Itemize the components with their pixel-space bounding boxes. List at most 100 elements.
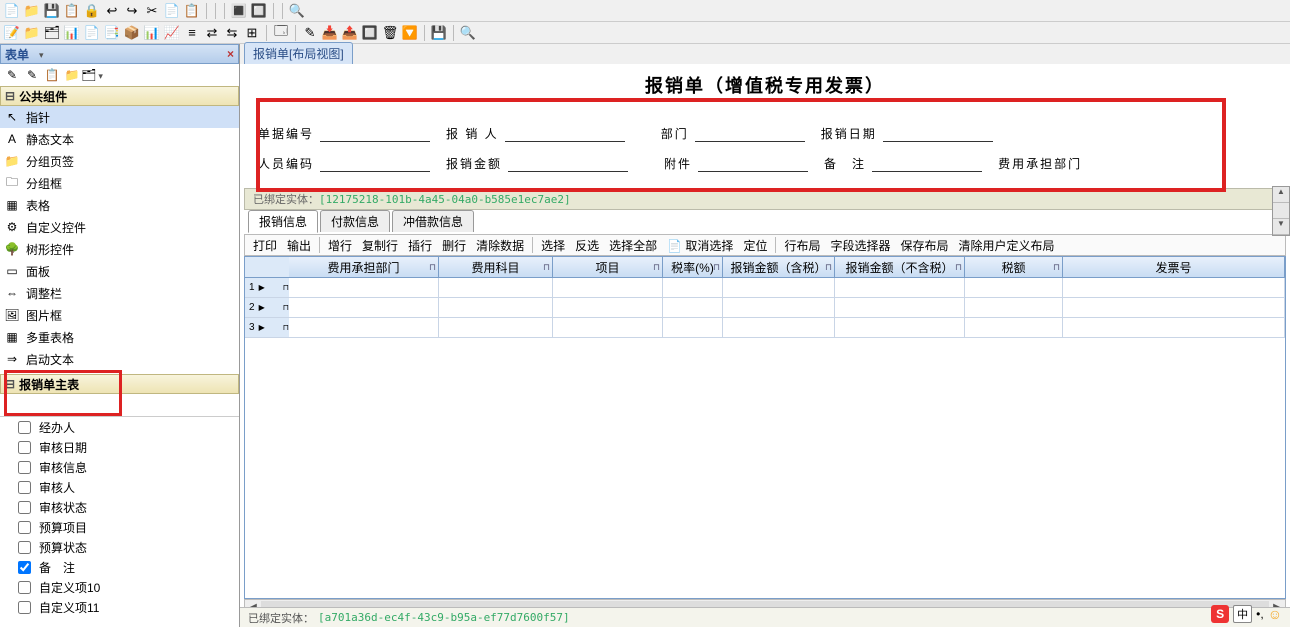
toolbar2-btn-19[interactable]: 🔲 — [362, 25, 378, 41]
palette-item-7[interactable]: ▭面板 — [0, 260, 239, 282]
grid-cell[interactable] — [663, 298, 723, 318]
sub-tab-0[interactable]: 报销信息 — [248, 210, 318, 233]
col-amount-incl[interactable]: 报销金额（含税）⊓ — [723, 257, 835, 277]
col-project[interactable]: 项目⊓ — [553, 257, 663, 277]
check-item-8[interactable]: 自定义项10 — [0, 577, 239, 597]
toolbar2-btn-12[interactable]: ⊞ — [244, 25, 260, 41]
checkbox[interactable] — [18, 561, 31, 574]
toolbar2-btn-1[interactable]: 📁 — [24, 25, 40, 41]
toolbar2-btn-10[interactable]: ⇄ — [204, 25, 220, 41]
toolbar2-btn-2[interactable]: 🗂 — [44, 25, 60, 41]
col-tax-rate[interactable]: 税率(%)⊓ — [663, 257, 723, 277]
col-amount-excl[interactable]: 报销金额（不含税）⊓ — [835, 257, 965, 277]
toolbar1-btn-8[interactable]: 📄 — [164, 3, 180, 19]
input-attach[interactable] — [698, 154, 808, 172]
col-invoice[interactable]: 发票号 — [1063, 257, 1285, 277]
table-row[interactable]: 2▶⊓ — [245, 298, 1285, 318]
palette-item-2[interactable]: 📁分组页签 — [0, 150, 239, 172]
toolbar2-btn-3[interactable]: 📊 — [64, 25, 80, 41]
grid-toolbar-btn-0[interactable]: 打印 — [249, 236, 281, 254]
mini-toolbar-btn-1[interactable]: ✎ — [24, 67, 40, 83]
checkbox[interactable] — [18, 601, 31, 614]
grid-cell[interactable] — [965, 318, 1063, 338]
input-amount[interactable] — [508, 154, 628, 172]
grid-cell[interactable] — [1063, 318, 1285, 338]
col-cost-dept[interactable]: 费用承担部门⊓ — [289, 257, 439, 277]
table-row[interactable]: 3▶⊓ — [245, 318, 1285, 338]
grid-toolbar-btn-4[interactable]: 复制行 — [358, 236, 402, 254]
grid-cell[interactable] — [723, 278, 835, 298]
toolbar2-btn-14[interactable]: 🗔 — [273, 25, 289, 41]
input-dept[interactable] — [695, 124, 805, 142]
grid-cell[interactable] — [663, 318, 723, 338]
mini-toolbar-btn-3[interactable]: 📁 — [64, 67, 80, 83]
group-master-table[interactable]: ⊟ 报销单主表 — [0, 374, 239, 394]
toolbar2-btn-7[interactable]: 📊 — [144, 25, 160, 41]
grid-toolbar-btn-10[interactable]: 反选 — [571, 236, 603, 254]
toolbar2-btn-17[interactable]: 📥 — [322, 25, 338, 41]
check-item-4[interactable]: 审核状态 — [0, 497, 239, 517]
checkbox[interactable] — [18, 581, 31, 594]
grid-cell[interactable] — [965, 298, 1063, 318]
grid-cell[interactable] — [553, 298, 663, 318]
toolbar1-btn-17[interactable]: 🔍 — [289, 3, 305, 19]
grid-cell[interactable] — [835, 298, 965, 318]
toolbar1-btn-9[interactable]: 📋 — [184, 3, 200, 19]
palette-item-0[interactable]: ↖指针 — [0, 106, 239, 128]
input-remark[interactable] — [872, 154, 982, 172]
grid-toolbar-btn-3[interactable]: 增行 — [324, 236, 356, 254]
toolbar1-btn-3[interactable]: 📋 — [64, 3, 80, 19]
ime-lang[interactable]: 中 — [1233, 605, 1252, 623]
palette-item-3[interactable]: 🗀分组框 — [0, 172, 239, 194]
grid-cell[interactable] — [439, 298, 553, 318]
grid-toolbar-btn-18[interactable]: 清除用户定义布局 — [955, 236, 1059, 254]
ime-widget[interactable]: S 中 •, ☺ — [1211, 605, 1282, 623]
col-tax[interactable]: 税额⊓ — [965, 257, 1063, 277]
toolbar2-btn-4[interactable]: 📄 — [84, 25, 100, 41]
grid-toolbar-btn-6[interactable]: 删行 — [438, 236, 470, 254]
checkbox[interactable] — [18, 541, 31, 554]
toolbar2-btn-9[interactable]: ≡ — [184, 25, 200, 41]
grid-cell[interactable] — [553, 318, 663, 338]
check-item-6[interactable]: 预算状态 — [0, 537, 239, 557]
grid-toolbar-btn-17[interactable]: 保存布局 — [896, 236, 952, 254]
sogou-icon[interactable]: S — [1211, 605, 1229, 623]
grid-toolbar-btn-12[interactable]: 📄 取消选择 — [663, 236, 737, 254]
grid-cell[interactable] — [1063, 278, 1285, 298]
panel-dropdown-icon[interactable] — [37, 47, 44, 61]
panel-close-icon[interactable]: × — [227, 47, 234, 61]
checkbox[interactable] — [18, 521, 31, 534]
palette-item-11[interactable]: ⇒启动文本 — [0, 348, 239, 370]
check-item-2[interactable]: 审核信息 — [0, 457, 239, 477]
toolbar2-btn-18[interactable]: 📤 — [342, 25, 358, 41]
grid-toolbar-btn-9[interactable]: 选择 — [537, 236, 569, 254]
grid-cell[interactable] — [553, 278, 663, 298]
grid-cell[interactable] — [663, 278, 723, 298]
toolbar1-btn-5[interactable]: ↩ — [104, 3, 120, 19]
toolbar1-btn-2[interactable]: 💾 — [44, 3, 60, 19]
grid-toolbar-btn-7[interactable]: 清除数据 — [472, 236, 528, 254]
group-public-components[interactable]: ⊟ 公共组件 — [0, 86, 239, 106]
grid-toolbar-btn-11[interactable]: 选择全部 — [605, 236, 661, 254]
input-emp-code[interactable] — [320, 154, 430, 172]
check-item-1[interactable]: 审核日期 — [0, 437, 239, 457]
checkbox[interactable] — [18, 461, 31, 474]
grid-cell[interactable] — [289, 298, 439, 318]
checkbox[interactable] — [18, 501, 31, 514]
palette-item-10[interactable]: ▦多重表格 — [0, 326, 239, 348]
toolbar2-btn-6[interactable]: 📦 — [124, 25, 140, 41]
grid-cell[interactable] — [439, 318, 553, 338]
toolbar2-btn-0[interactable]: 📝 — [4, 25, 20, 41]
check-item-3[interactable]: 审核人 — [0, 477, 239, 497]
toolbar2-btn-8[interactable]: 📈 — [164, 25, 180, 41]
grid-cell[interactable] — [289, 318, 439, 338]
grid-cell[interactable] — [835, 318, 965, 338]
grid-cell[interactable] — [965, 278, 1063, 298]
check-item-9[interactable]: 自定义项11 — [0, 597, 239, 617]
grid-cell[interactable] — [835, 278, 965, 298]
palette-item-6[interactable]: 🌳树形控件 — [0, 238, 239, 260]
row-number[interactable]: 2▶⊓ — [245, 298, 289, 317]
input-person[interactable] — [505, 124, 625, 142]
toolbar1-btn-13[interactable]: 🔳 — [231, 3, 247, 19]
ime-punct[interactable]: •, — [1256, 607, 1264, 621]
